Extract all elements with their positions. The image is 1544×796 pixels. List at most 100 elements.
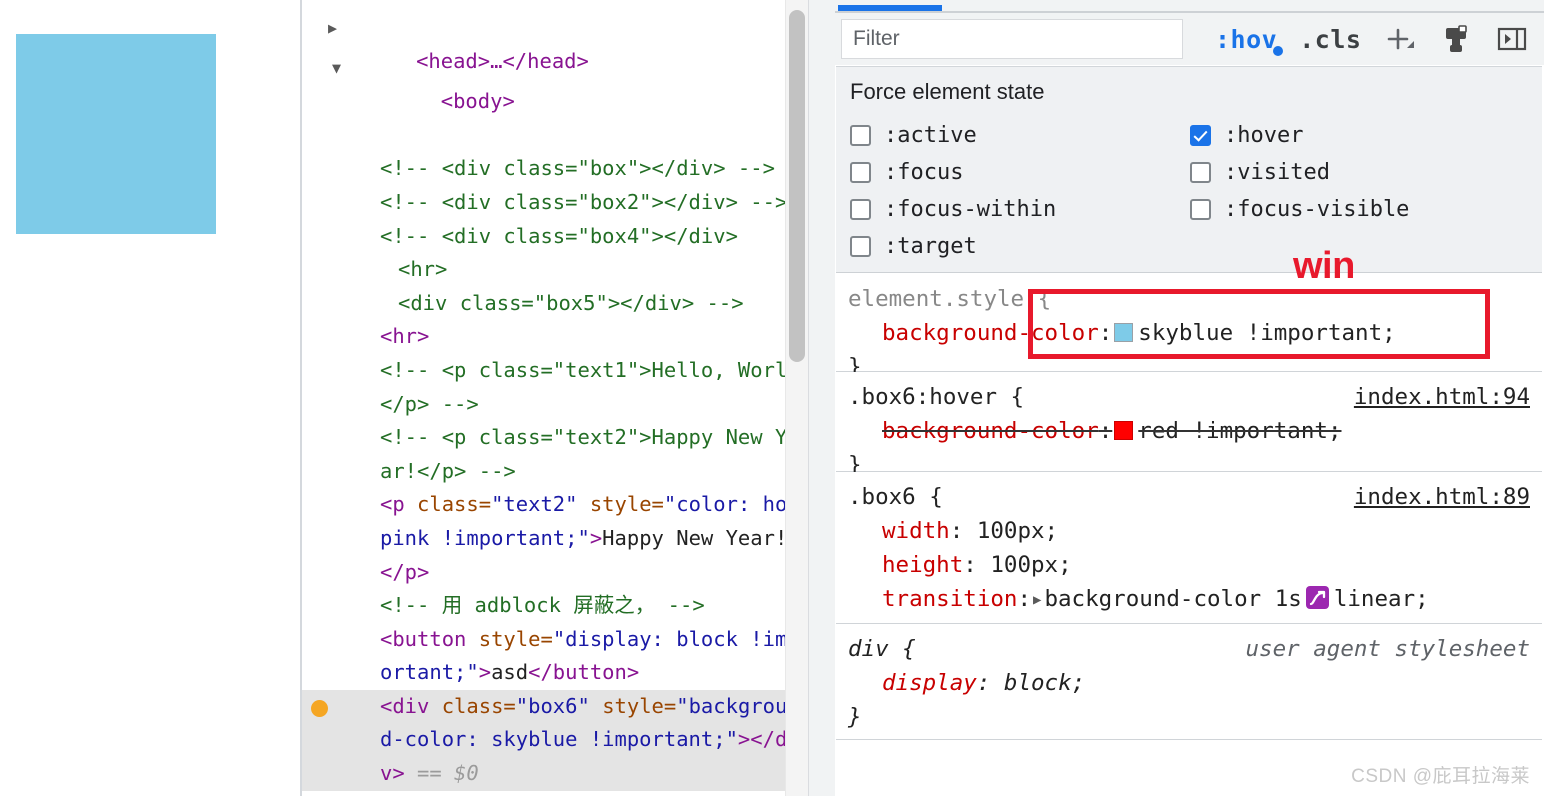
filter-input[interactable]: Filter [841,19,1183,59]
dollar-zero-label: == $0 [417,761,479,786]
color-swatch-skyblue[interactable] [1114,323,1134,342]
css-rule-box6-hover[interactable]: .box6:hover { index.html:94 background-c… [836,372,1542,478]
state-checkbox-focus[interactable]: :focus [850,154,1190,190]
button-inner-text: asd [491,660,529,685]
declaration-value-easing[interactable]: linear; [1334,582,1429,616]
dom-node-comment-box2[interactable]: <!-- <div class="box2"></div> --> [302,186,808,220]
panel-resize-divider[interactable] [808,0,837,796]
rule-selector[interactable]: .box6 { [848,480,943,514]
force-element-state-section: Force element state :active :hover :focu… [836,66,1542,273]
declaration-colon: : [963,552,977,578]
declaration-property[interactable]: height [882,548,963,582]
rule-selector[interactable]: div { [848,632,916,666]
state-label: :hover [1224,122,1304,148]
dom-node-comment-box4[interactable]: <!-- <div class="box4"></div> <hr> <div … [302,220,808,321]
dom-node-comment-box[interactable]: <!-- <div class="box"></div> --> [302,152,808,186]
declaration-height[interactable]: height: 100px; [848,548,1542,582]
declaration-property[interactable]: transition [882,582,1017,616]
dom-tree-scrollbar-thumb[interactable] [789,10,805,362]
p-close-tag: </p> [380,559,430,584]
dom-comment-text: <!-- <div class="box"></div> --> [380,156,775,181]
dom-node-hr[interactable]: <hr> [302,320,808,354]
rule-selector[interactable]: .box6:hover { [848,380,1024,414]
div-style-space [590,694,602,718]
checkbox-icon[interactable] [1190,161,1211,183]
checkbox-icon[interactable] [1190,198,1211,220]
declaration-property[interactable]: background-color [882,316,1099,350]
declaration-display[interactable]: display: block; [848,666,1542,700]
checkbox-checked-icon[interactable] [1190,124,1211,146]
declaration-value[interactable]: block; [1004,666,1085,700]
declaration-value[interactable]: 100px; [990,548,1071,582]
p-style-attr-name [578,492,590,516]
declaration-value[interactable]: background-color 1s [1044,582,1301,616]
dom-node-comment-text2[interactable]: <!-- <p class="text2">Happy New Year!</p… [302,421,808,488]
rule-origin-link[interactable]: index.html:94 [1354,380,1530,414]
p-inner-text: Happy New Year! [602,525,788,550]
collapse-triangle-icon[interactable]: ▼ [332,52,341,86]
element-classes-toggle-button[interactable]: .cls [1299,25,1361,54]
declaration-colon: : [1098,418,1113,444]
declaration-colon: : [976,670,991,696]
state-checkbox-focus-visible[interactable]: :focus-visible [1190,191,1542,227]
hov-label: :hov [1215,24,1278,54]
declaration-value[interactable]: skyblue !important; [1138,316,1395,350]
expand-shorthand-triangle-icon[interactable]: ▶ [1033,583,1041,617]
declaration-property[interactable]: background-color [882,414,1099,448]
state-checkbox-hover[interactable]: :hover [1190,117,1542,153]
state-label: :active [884,122,977,148]
checkbox-icon[interactable] [850,235,871,257]
declaration-property[interactable]: display [882,666,977,700]
rule-origin-user-agent: user agent stylesheet [1245,636,1530,662]
declaration-transition[interactable]: transition: ▶ background-color 1s linear; [848,582,1542,619]
state-label: :focus-visible [1224,196,1410,222]
show-computed-sidebar-icon[interactable] [1495,22,1529,56]
dom-tree-scrollbar[interactable] [785,0,808,796]
declaration-value[interactable]: 100px; [977,514,1058,548]
dom-comment-text: <!-- <div class="box4"></div> [380,223,738,248]
dom-node-comment-adblock[interactable]: <!-- 用 adblock 屏蔽之， --> [302,589,808,623]
force-state-toggle-button[interactable]: :hov [1211,24,1284,56]
css-rule-div-user-agent[interactable]: div { user agent stylesheet display: blo… [836,624,1542,740]
tab-styles-active-indicator[interactable] [838,5,942,11]
styles-tabstrip[interactable] [835,0,1544,13]
state-checkbox-target[interactable]: :target [850,228,1190,264]
dom-tree-panel[interactable]: ▶ <head>…</head> ▼ <body> <!-- <div clas… [302,0,808,796]
state-label: :visited [1224,159,1330,185]
dom-comment-text: <!-- <p class="text2">Happy New Year!</p… [380,425,800,483]
state-grid-spacer [1190,228,1542,264]
checkbox-icon[interactable] [850,124,871,146]
easing-curve-icon[interactable] [1305,586,1329,609]
checkbox-icon[interactable] [850,198,871,220]
new-style-rule-button[interactable] [1383,22,1417,56]
dom-node-p-text2[interactable]: <p class="text2" style="color: hotpink !… [302,488,808,589]
declaration-property[interactable]: width [882,514,950,548]
dom-comment-text: <!-- <p class="text1">Hello, World</p> -… [380,357,800,416]
css-rule-element-style[interactable]: element.style { background-color: skyblu… [836,274,1542,380]
declaration-width[interactable]: width: 100px; [848,514,1542,548]
div-class-attr-name: class= [441,693,516,718]
declaration-background-color[interactable]: background-color: skyblue !important; [848,316,1542,350]
dom-node-comment-text1[interactable]: <!-- <p class="text1">Hello, World</p> -… [302,354,808,421]
declaration-value[interactable]: red !important; [1138,414,1341,448]
declaration-background-color-overridden[interactable]: background-color: red !important; [848,414,1542,448]
annotation-win-label: win [1293,245,1355,287]
dom-node-button[interactable]: <button style="display: block !important… [302,623,808,690]
dom-comment-text: <!-- 用 adblock 屏蔽之， --> [380,593,705,618]
rule-origin-link[interactable]: index.html:89 [1354,480,1530,514]
p-open-bracket: <p [380,492,418,517]
state-checkbox-focus-within[interactable]: :focus-within [850,191,1190,227]
dom-node-div-box6-selected[interactable]: <div class="box6" style="background-colo… [302,689,808,791]
box6-rendered-element[interactable] [16,34,216,234]
dom-comment-text: <hr> [398,257,448,282]
dom-node-body[interactable]: ▼ <body> [302,18,808,152]
state-label: :target [884,233,977,259]
state-checkbox-visited[interactable]: :visited [1190,154,1542,190]
css-rule-box6[interactable]: .box6 { index.html:89 width: 100px; heig… [836,472,1542,649]
rule-selector[interactable]: element.style { [848,282,1051,316]
div-open-close: > [737,727,751,752]
state-checkbox-active[interactable]: :active [850,117,1190,153]
paintbrush-icon[interactable] [1439,22,1473,56]
checkbox-icon[interactable] [850,161,871,183]
color-swatch-red[interactable] [1114,421,1134,440]
